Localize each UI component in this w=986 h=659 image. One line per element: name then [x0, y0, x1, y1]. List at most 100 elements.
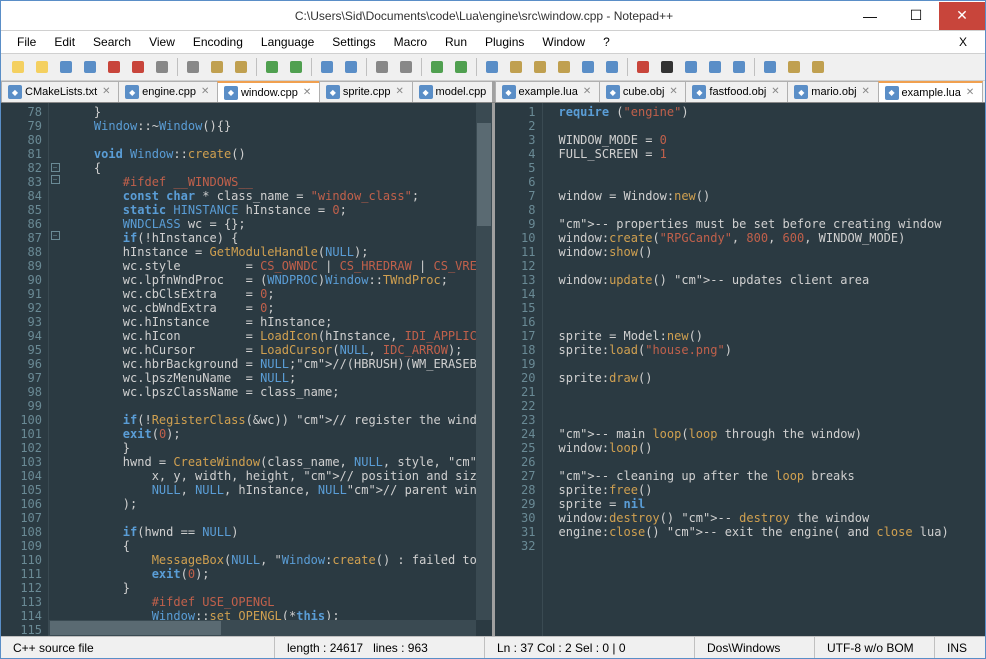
tabs-right-pane: ◆example.lua✕◆cube.obj✕◆fastfood.obj✕◆ma…: [492, 81, 986, 102]
tab-close-icon[interactable]: ✕: [862, 86, 874, 98]
menu-view[interactable]: View: [141, 33, 183, 51]
tabs-left-pane: ◆CMakeLists.txt✕◆engine.cpp✕◆window.cpp✕…: [1, 81, 492, 102]
doc-switch-icon[interactable]: [783, 56, 805, 78]
editor-pane-left: 7879808182838485868788899091929394959697…: [1, 103, 492, 636]
code-area-right[interactable]: require ("engine") WINDOW_MODE = 0FULL_S…: [555, 103, 986, 636]
status-file-type: C++ source file: [1, 637, 275, 658]
sync-v-icon[interactable]: [426, 56, 448, 78]
play-multi-icon[interactable]: [704, 56, 726, 78]
tab-close-icon[interactable]: ✕: [771, 86, 783, 98]
tab-close-icon[interactable]: ✕: [396, 86, 408, 98]
menu-macro[interactable]: Macro: [386, 33, 435, 51]
fold-column-right[interactable]: [543, 103, 555, 636]
tab-strip: ◆CMakeLists.txt✕◆engine.cpp✕◆window.cpp✕…: [1, 81, 985, 103]
menu-language[interactable]: Language: [253, 33, 322, 51]
menu-encoding[interactable]: Encoding: [185, 33, 251, 51]
tab-sprite-cpp[interactable]: ◆sprite.cpp✕: [319, 81, 413, 102]
menu-window[interactable]: Window: [534, 33, 593, 51]
record-icon[interactable]: [632, 56, 654, 78]
tab-fastfood-obj[interactable]: ◆fastfood.obj✕: [685, 81, 788, 102]
status-insert-mode[interactable]: INS: [935, 637, 985, 658]
close-all-icon[interactable]: [127, 56, 149, 78]
func-list-icon[interactable]: [601, 56, 623, 78]
wrap-icon[interactable]: [481, 56, 503, 78]
menu-edit[interactable]: Edit: [46, 33, 83, 51]
tab-engine-cpp[interactable]: ◆engine.cpp✕: [118, 81, 218, 102]
status-cursor-pos: Ln : 37 Col : 2 Sel : 0 | 0: [485, 637, 695, 658]
cut-icon[interactable]: [182, 56, 204, 78]
status-bar: C++ source file length : 24617 lines : 9…: [1, 636, 985, 658]
monitor-icon[interactable]: [807, 56, 829, 78]
tab-window-cpp[interactable]: ◆window.cpp✕: [217, 81, 320, 102]
save-icon[interactable]: [55, 56, 77, 78]
file-icon: ◆: [794, 85, 808, 99]
copy-icon[interactable]: [206, 56, 228, 78]
maximize-button[interactable]: ☐: [893, 2, 939, 30]
open-file-icon[interactable]: [31, 56, 53, 78]
minimize-button[interactable]: —: [847, 2, 893, 30]
new-file-icon[interactable]: [7, 56, 29, 78]
line-gutter-left: 7879808182838485868788899091929394959697…: [1, 103, 49, 636]
indent-guide-icon[interactable]: [529, 56, 551, 78]
file-icon: ◆: [502, 85, 516, 99]
file-icon: ◆: [326, 85, 340, 99]
fold-column-left[interactable]: −−−: [49, 103, 61, 636]
doc-map-icon[interactable]: [577, 56, 599, 78]
status-eol[interactable]: Dos\Windows: [695, 637, 815, 658]
menu-plugins[interactable]: Plugins: [477, 33, 532, 51]
close-window-button[interactable]: ✕: [939, 2, 985, 30]
paste-icon[interactable]: [230, 56, 252, 78]
tab-example-lua[interactable]: ◆example.lua✕: [878, 81, 983, 102]
stop-icon[interactable]: [656, 56, 678, 78]
file-icon: ◆: [606, 85, 620, 99]
tab-mario-obj[interactable]: ◆mario.obj✕: [787, 81, 878, 102]
window-controls: — ☐ ✕: [847, 2, 985, 30]
zoom-out-icon[interactable]: [395, 56, 417, 78]
tab-close-icon[interactable]: ✕: [201, 86, 213, 98]
find-icon[interactable]: [316, 56, 338, 78]
tab-close-icon[interactable]: ✕: [669, 86, 681, 98]
code-area-left[interactable]: } Window::~Window(){} void Window::creat…: [61, 103, 492, 636]
line-gutter-right: 1234567891011121314151617181920212223242…: [495, 103, 543, 636]
sync-h-icon[interactable]: [450, 56, 472, 78]
window-title: C:\Users\Sid\Documents\code\Lua\engine\s…: [1, 9, 847, 23]
title-bar: C:\Users\Sid\Documents\code\Lua\engine\s…: [1, 1, 985, 31]
save-all-icon[interactable]: [79, 56, 101, 78]
tab-close-icon[interactable]: ✕: [583, 86, 595, 98]
menu-close-doc[interactable]: X: [949, 33, 977, 51]
tab-close-icon[interactable]: ✕: [303, 87, 315, 99]
editor-pane-right: 1234567891011121314151617181920212223242…: [492, 103, 986, 636]
spell-icon[interactable]: [759, 56, 781, 78]
lang-icon[interactable]: [553, 56, 575, 78]
status-encoding[interactable]: UTF-8 w/o BOM: [815, 637, 935, 658]
zoom-in-icon[interactable]: [371, 56, 393, 78]
menu-help[interactable]: ?: [595, 33, 618, 51]
redo-icon[interactable]: [285, 56, 307, 78]
save-macro-icon[interactable]: [728, 56, 750, 78]
file-icon: ◆: [8, 85, 22, 99]
undo-icon[interactable]: [261, 56, 283, 78]
tab-example-lua[interactable]: ◆example.lua✕: [495, 81, 600, 102]
menu-run[interactable]: Run: [437, 33, 475, 51]
play-icon[interactable]: [680, 56, 702, 78]
tab-model-cpp[interactable]: ◆model.cpp✕: [412, 81, 492, 102]
toolbar: [1, 53, 985, 81]
tab-cube-obj[interactable]: ◆cube.obj✕: [599, 81, 687, 102]
tab-CMakeLists-txt[interactable]: ◆CMakeLists.txt✕: [1, 81, 119, 102]
print-icon[interactable]: [151, 56, 173, 78]
tab-close-icon[interactable]: ✕: [102, 86, 114, 98]
file-icon: ◆: [419, 85, 433, 99]
tab-close-icon[interactable]: ✕: [966, 87, 978, 99]
menu-settings[interactable]: Settings: [324, 33, 383, 51]
replace-icon[interactable]: [340, 56, 362, 78]
scrollbar-vertical-left[interactable]: [476, 103, 492, 620]
file-icon: ◆: [224, 86, 238, 100]
close-icon[interactable]: [103, 56, 125, 78]
editor-area: 7879808182838485868788899091929394959697…: [1, 103, 985, 636]
file-icon: ◆: [125, 85, 139, 99]
menu-bar: FileEditSearchViewEncodingLanguageSettin…: [1, 31, 985, 53]
scrollbar-horizontal-left[interactable]: [49, 620, 476, 636]
show-all-icon[interactable]: [505, 56, 527, 78]
menu-search[interactable]: Search: [85, 33, 139, 51]
menu-file[interactable]: File: [9, 33, 44, 51]
